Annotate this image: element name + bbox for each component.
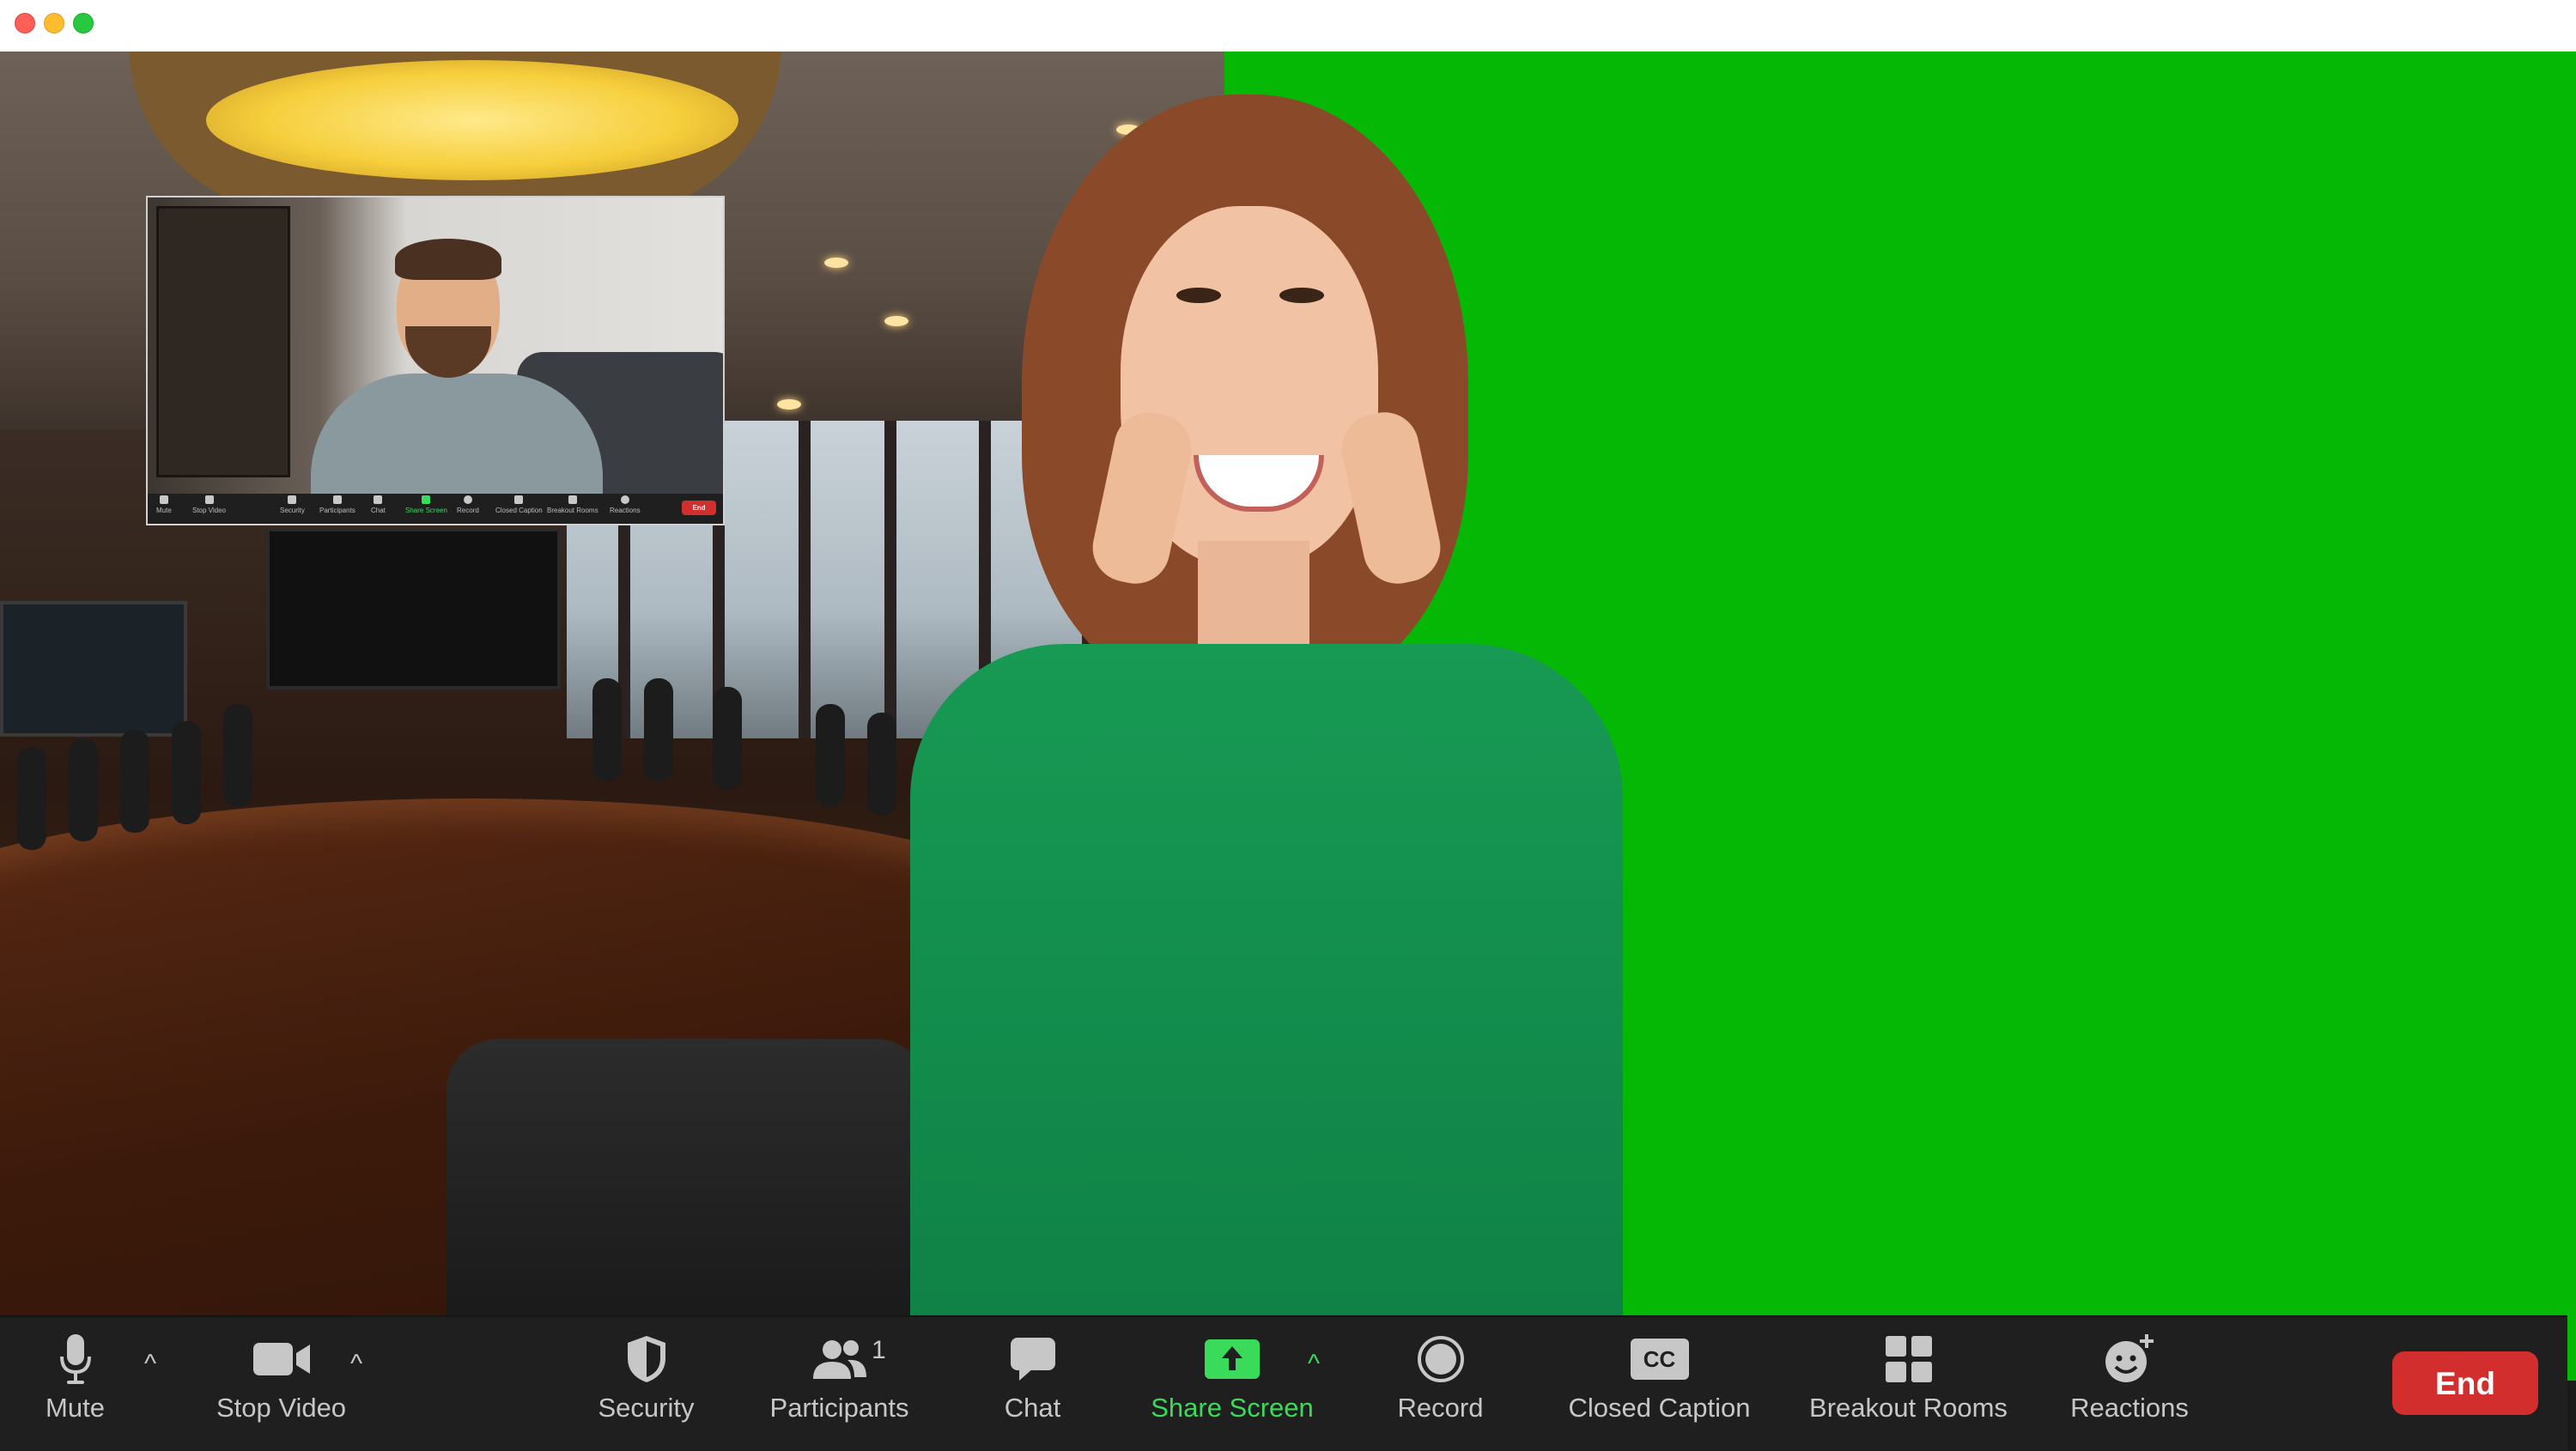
record-icon: [463, 495, 472, 504]
downlight: [777, 399, 801, 410]
chair: [867, 713, 896, 816]
eye: [1279, 288, 1324, 303]
microphone-icon: [159, 495, 168, 504]
window-close-button[interactable]: [15, 13, 35, 33]
stop-video-label: Stop Video: [216, 1393, 347, 1423]
shield-icon: [592, 1333, 700, 1386]
eye: [1176, 288, 1221, 303]
wall-monitor: [0, 601, 187, 737]
closed-caption-icon: CC: [1558, 1333, 1760, 1386]
breakout-rooms-button[interactable]: Breakout Rooms: [1799, 1333, 2018, 1436]
closed-caption-icon: [514, 495, 524, 504]
reactions-label: Reactions: [2070, 1393, 2189, 1423]
participants-count: 1: [872, 1336, 886, 1364]
closed-caption-button[interactable]: CC Closed Caption: [1558, 1333, 1760, 1436]
chair: [644, 678, 673, 781]
chair: [816, 704, 845, 807]
mute-button[interactable]: Mute: [34, 1333, 116, 1436]
green-sweater: [910, 644, 1623, 1381]
bookshelf: [156, 206, 290, 477]
man-hair: [395, 239, 501, 280]
self-view-thumbnail[interactable]: Mute Stop Video Security Participants Ch…: [146, 196, 725, 525]
pip-stop-video: Stop Video: [192, 495, 226, 514]
shield-icon: [288, 495, 297, 504]
pip-end-button: End: [682, 501, 716, 515]
chair: [223, 704, 252, 807]
chat-button[interactable]: Chat: [996, 1333, 1069, 1436]
meeting-toolbar: Mute ^ Stop Video ^ Security 1 Participa…: [0, 1315, 2567, 1451]
window-title-bar: [0, 0, 2576, 52]
chat-bubble-icon: [996, 1333, 1069, 1386]
video-camera-icon: [206, 1333, 356, 1386]
closed-caption-label: Closed Caption: [1568, 1393, 1751, 1423]
man-beard: [405, 326, 491, 378]
reactions-icon: [620, 495, 629, 504]
security-label: Security: [598, 1393, 695, 1423]
security-button[interactable]: Security: [592, 1333, 700, 1436]
pip-chat: Chat: [371, 495, 386, 514]
reactions-icon: [2061, 1333, 2198, 1386]
participant-video-woman: [902, 94, 1631, 1381]
self-view-video: [148, 197, 723, 511]
chair: [592, 678, 622, 781]
audio-options-caret[interactable]: ^: [137, 1351, 163, 1377]
wall-tv-screen: [266, 528, 561, 689]
window-mullion: [884, 421, 896, 738]
mute-label: Mute: [46, 1393, 105, 1423]
pip-breakout-rooms: Breakout Rooms: [547, 495, 598, 514]
stop-video-button[interactable]: Stop Video: [206, 1333, 356, 1436]
chair: [120, 730, 149, 833]
breakout-rooms-icon: [568, 495, 577, 504]
chat-bubble-icon: [374, 495, 383, 504]
record-label: Record: [1397, 1393, 1484, 1423]
participants-button[interactable]: 1 Participants: [760, 1333, 919, 1436]
pip-record: Record: [457, 495, 479, 514]
window-minimize-button[interactable]: [44, 13, 64, 33]
chair: [713, 687, 742, 790]
man-torso: [311, 373, 603, 511]
chair: [69, 738, 98, 841]
microphone-icon: [34, 1333, 116, 1386]
participants-icon: 1: [760, 1333, 919, 1386]
chat-label: Chat: [1004, 1393, 1061, 1423]
participants-label: Participants: [769, 1393, 909, 1423]
pip-security: Security: [280, 495, 305, 514]
pip-reactions: Reactions: [610, 495, 641, 514]
pip-mute: Mute: [156, 495, 172, 514]
cc-badge: CC: [1630, 1339, 1689, 1380]
ceiling-lamp: [206, 60, 738, 180]
share-screen-label: Share Screen: [1151, 1393, 1314, 1423]
pip-participants: Participants: [319, 495, 355, 514]
window-mullion: [799, 421, 811, 738]
chair: [17, 747, 46, 850]
breakout-rooms-icon: [1799, 1333, 2018, 1386]
pip-share-screen: Share Screen: [405, 495, 447, 514]
pip-closed-caption: Closed Caption: [495, 495, 543, 514]
record-icon: [1387, 1333, 1494, 1386]
video-options-caret[interactable]: ^: [343, 1351, 369, 1377]
downlight: [824, 258, 848, 268]
share-screen-button[interactable]: Share Screen: [1142, 1333, 1322, 1436]
end-meeting-button[interactable]: End: [2392, 1351, 2538, 1415]
share-screen-icon: [422, 495, 431, 504]
breakout-rooms-label: Breakout Rooms: [1809, 1393, 2008, 1423]
chair: [172, 721, 201, 824]
self-view-toolbar: Mute Stop Video Security Participants Ch…: [148, 494, 723, 524]
window-maximize-button[interactable]: [73, 13, 94, 33]
video-camera-icon: [204, 495, 214, 504]
reactions-button[interactable]: Reactions: [2061, 1333, 2198, 1436]
main-video-stage: Mute Stop Video Security Participants Ch…: [0, 52, 2576, 1381]
share-screen-options-caret[interactable]: ^: [1301, 1351, 1327, 1377]
record-button[interactable]: Record: [1387, 1333, 1494, 1436]
participants-icon: [332, 495, 342, 504]
share-screen-icon: [1142, 1333, 1322, 1386]
